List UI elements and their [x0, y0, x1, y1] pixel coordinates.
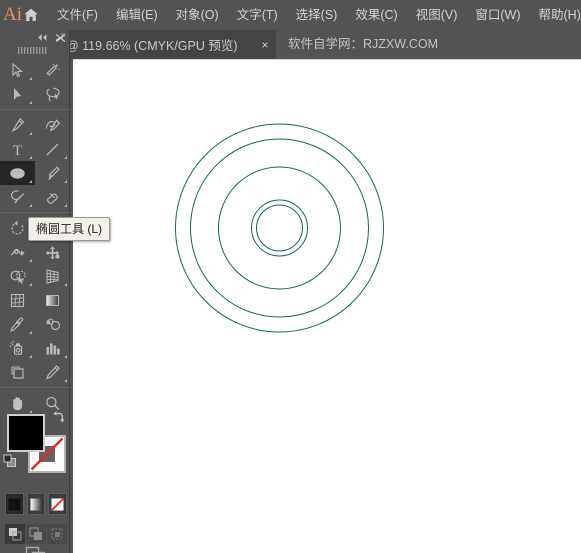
document-tab-bar: @ 119.66% (CMYK/GPU 预览) × 软件自学网：RJZXW.CO… — [0, 30, 581, 59]
tool-flyout-indicator — [29, 283, 32, 286]
tool-row — [0, 264, 70, 288]
tool-row — [0, 185, 70, 209]
tool-flyout-indicator — [64, 156, 67, 159]
tool-flyout-indicator — [29, 204, 32, 207]
change-screen-mode-button[interactable] — [0, 538, 70, 553]
tool-group-divider — [0, 109, 70, 110]
ai-logo: Ai — [3, 4, 22, 25]
direct-selection-tool[interactable] — [0, 82, 35, 106]
tool-flyout-indicator — [29, 331, 32, 334]
svg-text:T: T — [13, 143, 22, 158]
type-tool[interactable]: T — [0, 137, 35, 161]
menu-select[interactable]: 选择(S) — [287, 0, 347, 30]
perspective-grid-tool[interactable] — [35, 264, 70, 288]
free-transform-tool[interactable] — [35, 240, 70, 264]
color-mode-row — [5, 493, 68, 519]
shaper-tool[interactable] — [0, 185, 35, 209]
tool-flyout-indicator — [29, 77, 32, 80]
tool-flyout-indicator — [29, 180, 32, 183]
tool-row — [0, 360, 70, 384]
canvas-artboard[interactable] — [73, 59, 581, 553]
magic-wand-tool[interactable] — [35, 58, 70, 82]
line-segment-tool[interactable] — [35, 137, 70, 161]
panel-drag-handle[interactable] — [0, 45, 69, 56]
swap-fill-stroke-icon[interactable] — [50, 410, 66, 426]
curvature-tool[interactable] — [35, 113, 70, 137]
illustrator-window: Ai 文件(F) 编辑(E) 对象(O) 文字(T) 选择(S) 效果(C) 视… — [0, 0, 581, 553]
blend-tool[interactable] — [35, 312, 70, 336]
tool-row — [0, 288, 70, 312]
tool-row — [0, 58, 70, 82]
menu-window[interactable]: 窗口(W) — [466, 0, 529, 30]
tool-flyout-indicator — [64, 379, 67, 382]
tool-flyout-indicator — [64, 355, 67, 358]
document-tab-title: @ 119.66% (CMYK/GPU 预览) — [66, 39, 238, 53]
mesh-tool[interactable] — [0, 288, 35, 312]
tool-row — [0, 161, 70, 185]
close-icon[interactable]: × — [254, 30, 276, 59]
tool-flyout-indicator — [29, 132, 32, 135]
tool-flyout-indicator — [29, 101, 32, 104]
tool-tooltip: 椭圆工具 (L) — [28, 217, 111, 241]
artwork-circle[interactable] — [251, 199, 308, 257]
menu-edit[interactable]: 编辑(E) — [107, 0, 167, 30]
menu-object[interactable]: 对象(O) — [167, 0, 228, 30]
tools-panel: T 椭圆工具 (L) — [0, 30, 111, 553]
home-icon[interactable] — [22, 0, 40, 30]
color-mode-button[interactable] — [5, 493, 24, 515]
document-tab[interactable]: @ 119.66% (CMYK/GPU 预览) × — [60, 30, 276, 59]
slice-tool[interactable] — [35, 360, 70, 384]
tool-flyout-indicator — [64, 180, 67, 183]
tab-overflow-close-icon[interactable]: × — [60, 31, 65, 40]
watermark-text: 软件自学网：RJZXW.COM — [288, 37, 438, 51]
tool-flyout-indicator — [29, 259, 32, 262]
tool-row — [0, 240, 70, 264]
lasso-tool[interactable] — [35, 82, 70, 106]
paintbrush-tool[interactable] — [35, 161, 70, 185]
tool-row — [0, 113, 70, 137]
tool-flyout-indicator — [29, 156, 32, 159]
artboard-tool[interactable] — [0, 360, 35, 384]
menu-type[interactable]: 文字(T) — [228, 0, 287, 30]
tool-row: T — [0, 137, 70, 161]
menu-view[interactable]: 视图(V) — [407, 0, 467, 30]
gradient-mode-button[interactable] — [26, 493, 46, 515]
tool-row — [0, 312, 70, 336]
artwork-circle[interactable] — [256, 204, 303, 252]
artwork-circle[interactable] — [190, 138, 369, 318]
tool-flyout-indicator — [29, 355, 32, 358]
tool-row — [0, 336, 70, 360]
ellipse-tool[interactable] — [0, 161, 35, 185]
none-mode-button[interactable] — [48, 493, 68, 515]
selection-tool[interactable] — [0, 58, 35, 82]
menu-bar: Ai 文件(F) 编辑(E) 对象(O) 文字(T) 选择(S) 效果(C) 视… — [0, 0, 581, 30]
column-graph-tool[interactable] — [35, 336, 70, 360]
artwork-circle[interactable] — [175, 123, 384, 333]
symbol-sprayer-tool[interactable] — [0, 336, 35, 360]
fill-stroke-controls — [0, 408, 70, 488]
tool-group-divider — [0, 387, 70, 388]
tool-group-divider — [0, 212, 70, 213]
tool-flyout-indicator — [64, 283, 67, 286]
artwork-circle[interactable] — [218, 166, 341, 290]
eraser-tool[interactable] — [35, 185, 70, 209]
shape-builder-tool[interactable] — [0, 264, 35, 288]
tool-flyout-indicator — [64, 204, 67, 207]
tool-row — [0, 82, 70, 106]
width-tool[interactable] — [0, 240, 35, 264]
gradient-tool[interactable] — [35, 288, 70, 312]
eyedropper-tool[interactable] — [0, 312, 35, 336]
concentric-circles-artwork[interactable] — [73, 59, 581, 553]
menu-item-list: 文件(F) 编辑(E) 对象(O) 文字(T) 选择(S) 效果(C) 视图(V… — [48, 0, 581, 30]
fill-swatch[interactable] — [7, 414, 45, 452]
menu-effect[interactable]: 效果(C) — [346, 0, 406, 30]
pen-tool[interactable] — [0, 113, 35, 137]
menu-file[interactable]: 文件(F) — [48, 0, 107, 30]
default-fill-stroke-icon[interactable] — [3, 454, 17, 468]
menu-help[interactable]: 帮助(H) — [530, 0, 581, 30]
collapse-panel-icon[interactable] — [37, 33, 48, 42]
